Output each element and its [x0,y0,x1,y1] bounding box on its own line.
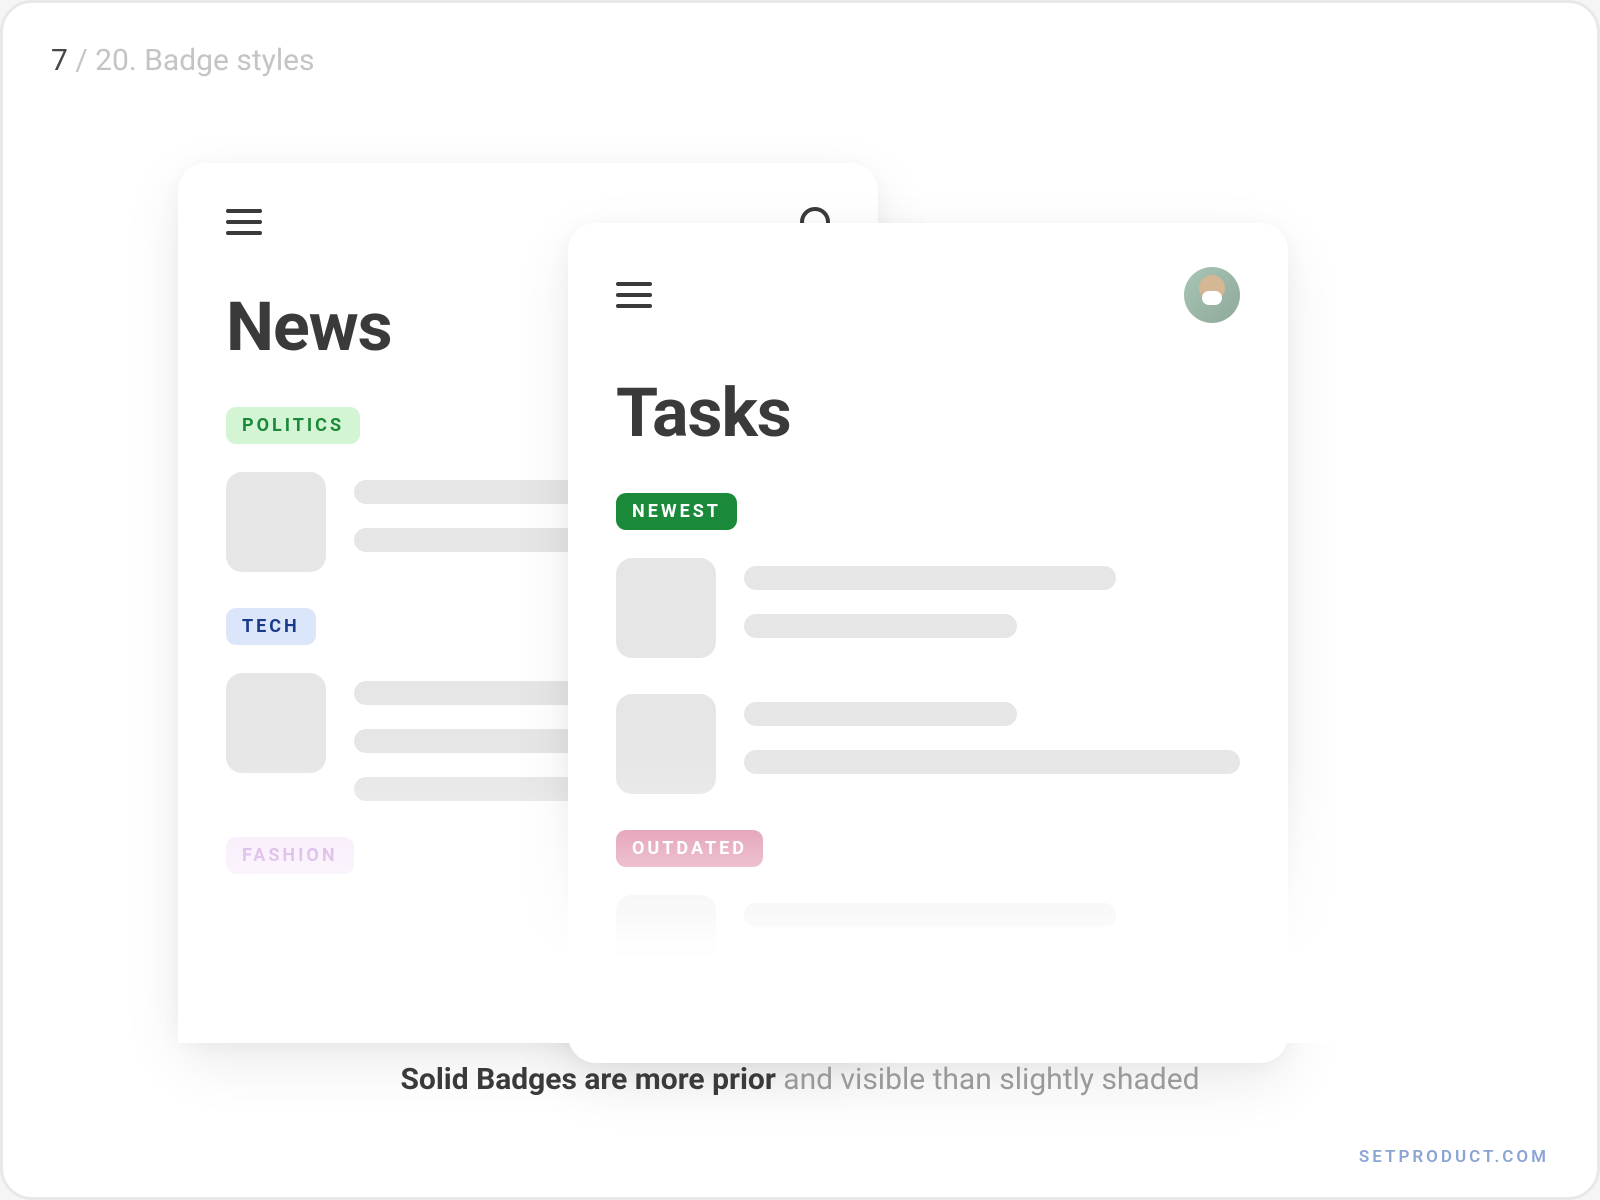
menu-icon[interactable] [616,282,652,308]
list-item [616,694,1240,794]
badge-fashion[interactable]: FASHION [226,837,354,874]
skeleton-thumbnail [226,472,326,572]
caption: Solid Badges are more prior and visible … [3,1062,1597,1097]
menu-icon[interactable] [226,209,262,235]
skeleton-thumbnail [226,673,326,773]
slide-frame: 7 / 20. Badge styles News POLITICS [0,0,1600,1200]
caption-bold: Solid Badges are more prior [400,1062,775,1097]
avatar[interactable] [1184,267,1240,323]
list-item [616,895,1240,995]
skeleton-thumbnail [616,558,716,658]
breadcrumb-total: 20 [95,43,129,78]
skeleton-text [744,694,1240,774]
badge-newest[interactable]: NEWEST [616,493,737,530]
tasks-card: Tasks NEWEST OUTDATED [568,223,1288,1063]
skeleton-thumbnail [616,694,716,794]
badge-outdated[interactable]: OUTDATED [616,830,763,867]
skeleton-text [744,558,1240,638]
skeleton-text [744,895,1240,927]
tasks-card-header [616,267,1240,323]
breadcrumb-title: Badge styles [144,43,314,78]
caption-rest: and visible than slightly shaded [776,1062,1200,1097]
badge-politics[interactable]: POLITICS [226,407,360,444]
breadcrumb: 7 / 20. Badge styles [51,43,315,78]
breadcrumb-current: 7 [51,43,68,78]
badge-tech[interactable]: TECH [226,608,316,645]
cards-container: News POLITICS TECH [178,143,1378,1043]
skeleton-thumbnail [616,895,716,995]
list-item [616,558,1240,658]
watermark: SETPRODUCT.COM [1359,1147,1549,1167]
tasks-title: Tasks [616,373,1240,453]
